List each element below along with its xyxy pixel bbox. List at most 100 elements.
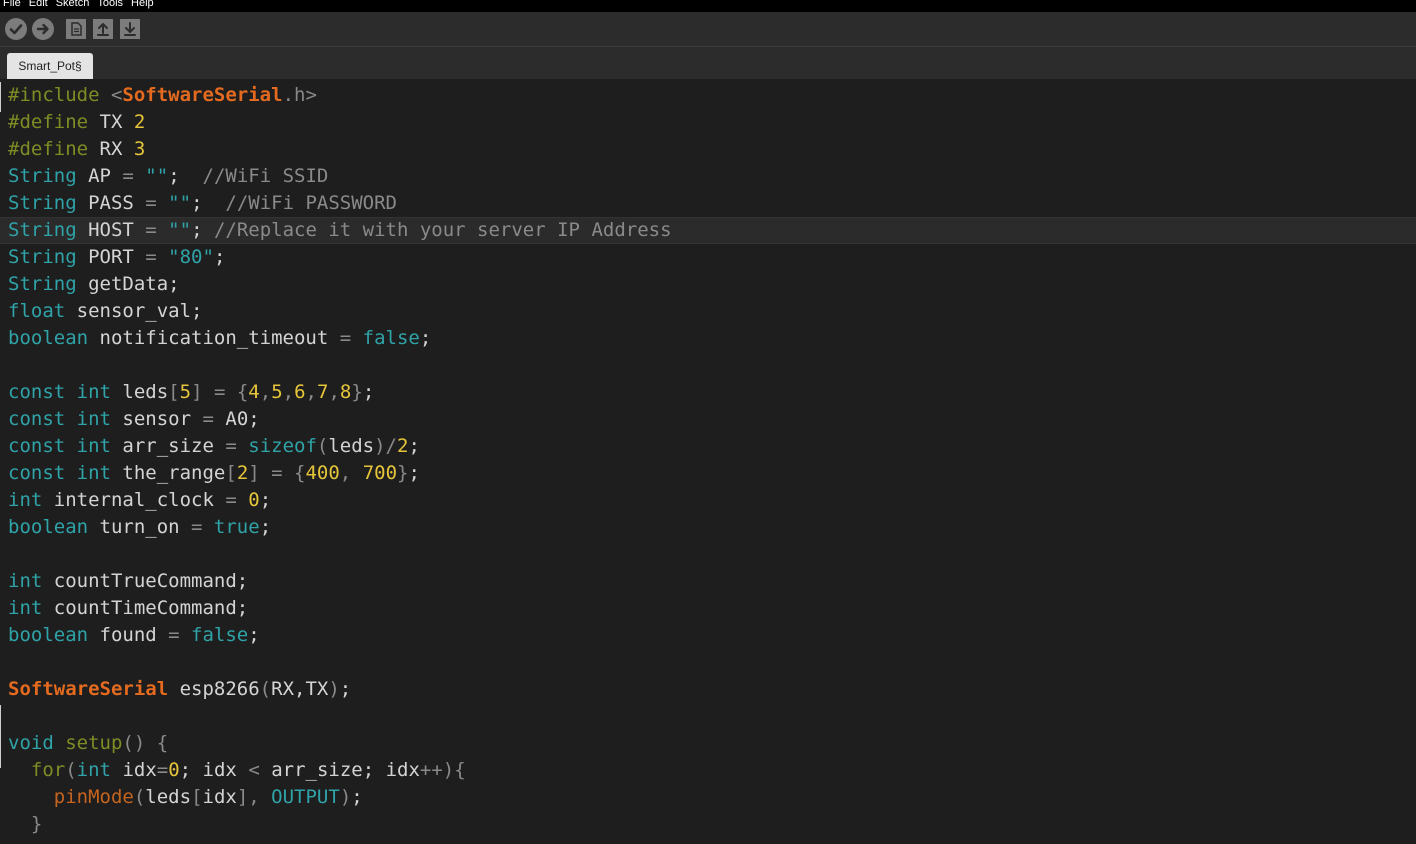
code-line[interactable]: #define TX 2 [0,109,1416,136]
code-token: int [8,489,54,511]
code-token: PORT [88,246,146,268]
code-token: } [397,462,409,484]
code-token: 0 [168,759,180,781]
save-button[interactable] [120,19,140,39]
upload-button[interactable] [32,18,54,40]
code-line[interactable] [0,703,1416,730]
code-token: int [76,462,123,484]
tab-smart-pot[interactable]: Smart_Pot§ [7,53,93,79]
code-token: )/ [374,435,397,457]
menu-tools[interactable]: Tools [97,0,123,9]
code-token: ; [259,516,272,538]
code-line[interactable]: const int leds[5] = {4,5,6,7,8}; [0,379,1416,406]
code-lines: #include <SoftwareSerial.h> #define TX 2 #… [0,82,1416,838]
code-line[interactable]: const int arr_size = sizeof(leds)/2; [0,433,1416,460]
code-line[interactable]: const int sensor = A0; [0,406,1416,433]
code-token: = [202,408,226,430]
code-token: PASS [88,192,146,214]
code-token: ; [419,327,432,349]
code-token: ] = { [191,381,249,403]
code-token: 0 [248,489,260,511]
code-token: 2 [236,462,249,484]
code-token: 6 [294,381,306,403]
code-token: = [225,435,249,457]
code-token: "" [145,165,169,187]
code-token: = [145,246,169,268]
code-line[interactable] [0,541,1416,568]
code-line[interactable]: float sensor_val; [0,298,1416,325]
code-token: internal_clock [53,489,226,511]
code-token: [ [168,381,180,403]
code-line[interactable]: String HOST = ""; //Replace it with your… [0,217,1416,244]
code-line[interactable]: #include <SoftwareSerial.h> [0,82,1416,109]
code-line[interactable]: boolean notification_timeout = false; [0,325,1416,352]
code-line[interactable]: String PASS = ""; //WiFi PASSWORD [0,190,1416,217]
code-token: ) [339,786,352,808]
code-token: #define [8,138,100,160]
open-button[interactable] [93,19,113,39]
code-line[interactable]: boolean found = false; [0,622,1416,649]
code-token: , [259,381,272,403]
code-token: ; idx [179,759,249,781]
code-token: int [76,408,123,430]
code-editor[interactable]: #include <SoftwareSerial.h> #define TX 2 #… [0,82,1416,844]
code-token: const [8,408,77,430]
code-token: ; [408,435,420,457]
right-arrow-icon [36,23,49,35]
up-arrow-icon [97,23,109,36]
code-token: 5 [271,381,283,403]
code-token: pinMode [53,786,134,808]
code-token: leds [122,381,169,403]
code-token: , [305,381,317,403]
menu-sketch[interactable]: Sketch [56,0,90,9]
code-line[interactable]: String PORT = "80"; [0,244,1416,271]
menu-help[interactable]: Help [131,0,154,9]
code-line[interactable]: int countTrueCommand; [0,568,1416,595]
code-token: ( [259,678,272,700]
code-line[interactable]: String AP = ""; //WiFi SSID [0,163,1416,190]
new-button[interactable] [66,19,86,39]
code-line[interactable]: boolean turn_on = true; [0,514,1416,541]
code-line[interactable]: #define RX 3 [0,136,1416,163]
toolbar [0,12,1416,47]
code-line[interactable]: int countTimeCommand; [0,595,1416,622]
code-token: notification_timeout [99,327,340,349]
code-token: "80" [168,246,214,268]
code-token: leds [145,786,192,808]
code-line[interactable]: int internal_clock = 0; [0,487,1416,514]
code-line[interactable]: const int the_range[2] = {400, 700}; [0,460,1416,487]
menu-file[interactable]: File [3,0,21,9]
code-token: ], [236,786,272,808]
verify-button[interactable] [5,18,27,40]
code-token: = [339,327,363,349]
code-token: found [99,624,169,646]
code-line[interactable] [0,649,1416,676]
code-token: [ [191,786,203,808]
code-line[interactable]: String getData; [0,271,1416,298]
code-token: boolean [8,624,100,646]
code-token: void [8,732,66,754]
code-token: arr_size [122,435,226,457]
code-token: = [145,219,169,241]
code-token: ; [351,786,363,808]
code-token: ( [316,435,329,457]
code-line[interactable]: for(int idx=0; idx < arr_size; idx++){ [0,757,1416,784]
code-line[interactable]: void setup() { [0,730,1416,757]
code-token: ; [191,192,226,214]
code-line[interactable] [0,352,1416,379]
code-token: String [8,192,89,214]
code-line[interactable]: SoftwareSerial esp8266(RX,TX); [0,676,1416,703]
code-line[interactable]: pinMode(leds[idx], OUTPUT); [0,784,1416,811]
code-token: 4 [248,381,260,403]
code-token: ; [191,219,214,241]
code-token: } [351,381,363,403]
code-line[interactable]: } [0,811,1416,838]
code-token: sensor_val; [76,300,203,322]
code-token: idx [122,759,157,781]
code-token: "" [168,219,192,241]
code-token: the_range [122,462,226,484]
tab-bar: Smart_Pot§ [0,47,1416,79]
menu-edit[interactable]: Edit [29,0,48,9]
